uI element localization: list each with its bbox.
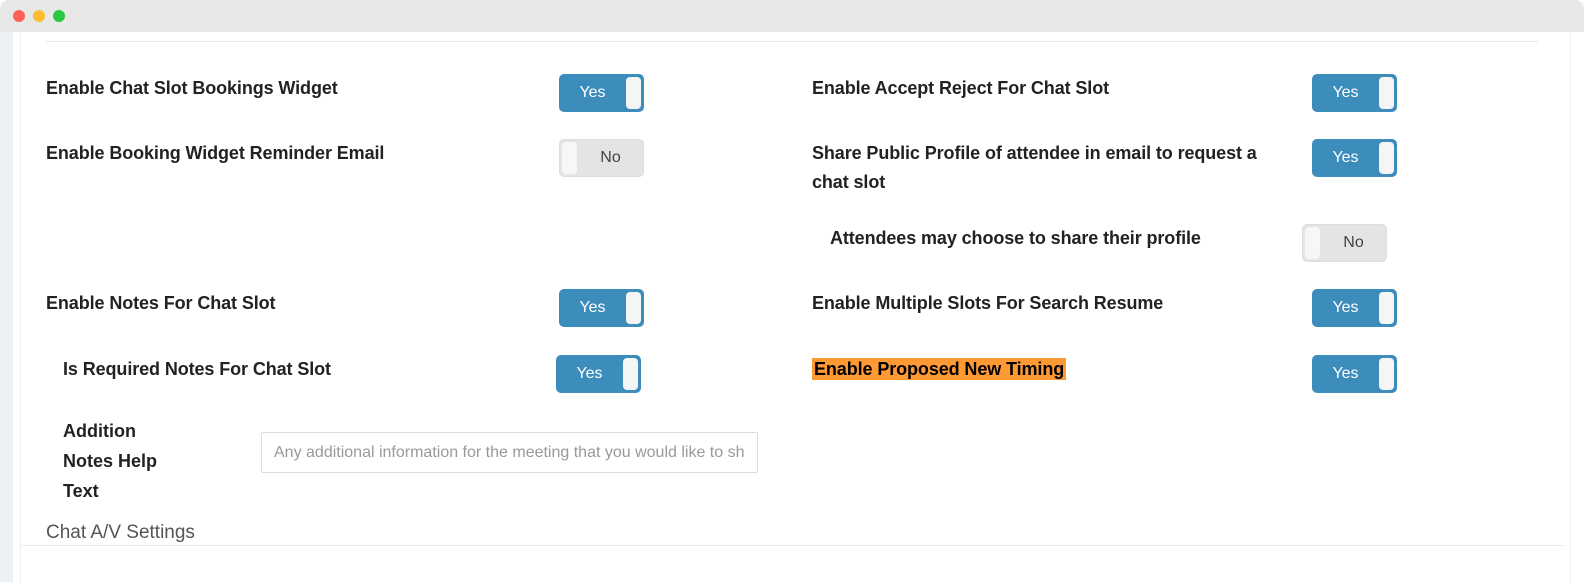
addition-notes-help-text-label-line3: Text <box>63 481 99 501</box>
setting-label: Enable Proposed New Timing <box>812 358 1067 380</box>
setting-label: Enable Booking Widget Reminder Email <box>46 143 385 163</box>
toggle-label: Yes <box>1332 149 1359 166</box>
addition-notes-help-text-label-line2: Notes Help <box>63 451 158 471</box>
toggle-knob <box>1305 227 1320 259</box>
toggle-knob <box>623 358 638 390</box>
toggle-label: No <box>1343 234 1364 251</box>
setting-label: Attendees may choose to share their prof… <box>830 228 1201 248</box>
toggle-enable-proposed-new-timing[interactable]: Yes <box>1312 355 1397 393</box>
settings-page: Enable Chat Slot Bookings Widget Yes Ena… <box>0 32 1584 582</box>
toggle-label: Yes <box>576 365 603 382</box>
toggle-label: Yes <box>1332 84 1359 101</box>
toggle-knob <box>1379 358 1394 390</box>
close-button[interactable] <box>13 10 25 22</box>
toggle-is-required-notes-for-chat-slot[interactable]: Yes <box>556 355 641 393</box>
toggle-enable-accept-reject-for-chat-slot[interactable]: Yes <box>1312 74 1397 112</box>
toggle-attendees-may-choose-to-share-profile[interactable]: No <box>1302 224 1387 262</box>
setting-row-enable-booking-widget-reminder-email: Enable Booking Widget Reminder Email No <box>46 139 706 177</box>
zoom-button[interactable] <box>53 10 65 22</box>
setting-label-wrap: Enable Proposed New Timing <box>812 355 1282 384</box>
setting-label: Enable Accept Reject For Chat Slot <box>812 78 1109 98</box>
toggle-enable-booking-widget-reminder-email[interactable]: No <box>559 139 644 177</box>
setting-row-enable-notes-for-chat-slot: Enable Notes For Chat Slot Yes <box>46 289 706 327</box>
toggle-knob <box>626 77 641 109</box>
setting-label: Share Public Profile of attendee in emai… <box>812 143 1257 192</box>
toggle-label: Yes <box>1332 365 1359 382</box>
toggle-label: Yes <box>1332 299 1359 316</box>
toggle-knob <box>626 292 641 324</box>
window-controls <box>13 10 65 22</box>
addition-notes-help-text-label-line1: Addition <box>63 421 136 441</box>
addition-notes-help-text-label: Addition Notes Help Text <box>63 416 213 506</box>
toggle-knob <box>1379 292 1394 324</box>
setting-label: Enable Multiple Slots For Search Resume <box>812 293 1164 313</box>
minimize-button[interactable] <box>33 10 45 22</box>
setting-label: Is Required Notes For Chat Slot <box>63 359 331 379</box>
setting-label: Enable Notes For Chat Slot <box>46 293 276 313</box>
toggle-knob <box>562 142 577 174</box>
setting-label: Enable Chat Slot Bookings Widget <box>46 78 338 98</box>
setting-row-share-public-profile: Share Public Profile of attendee in emai… <box>812 139 1552 197</box>
setting-row-enable-chat-slot-bookings-widget: Enable Chat Slot Bookings Widget Yes <box>46 74 706 112</box>
section-title-chat-av-settings: Chat A/V Settings <box>46 522 195 543</box>
toggle-knob <box>1379 142 1394 174</box>
setting-row-is-required-notes-for-chat-slot: Is Required Notes For Chat Slot Yes <box>63 355 723 393</box>
setting-row-enable-proposed-new-timing: Enable Proposed New Timing Yes <box>812 355 1552 393</box>
setting-row-enable-accept-reject-for-chat-slot: Enable Accept Reject For Chat Slot Yes <box>812 74 1552 112</box>
toggle-label: Yes <box>579 299 606 316</box>
addition-notes-help-text-input[interactable] <box>261 432 758 473</box>
setting-row-addition-notes-help-text: Addition Notes Help Text <box>63 416 783 506</box>
toggle-enable-multiple-slots-for-search-resume[interactable]: Yes <box>1312 289 1397 327</box>
toggle-enable-chat-slot-bookings-widget[interactable]: Yes <box>559 74 644 112</box>
settings-content: Enable Chat Slot Bookings Widget Yes Ena… <box>0 32 1584 582</box>
app-window: Enable Chat Slot Bookings Widget Yes Ena… <box>0 0 1584 582</box>
toggle-knob <box>1379 77 1394 109</box>
toggle-enable-notes-for-chat-slot[interactable]: Yes <box>559 289 644 327</box>
setting-row-attendees-may-choose-to-share-profile: Attendees may choose to share their prof… <box>830 224 1570 262</box>
toggle-label: No <box>600 149 621 166</box>
window-titlebar <box>0 0 1584 32</box>
toggle-label: Yes <box>579 84 606 101</box>
toggle-share-public-profile[interactable]: Yes <box>1312 139 1397 177</box>
setting-row-enable-multiple-slots-for-search-resume: Enable Multiple Slots For Search Resume … <box>812 289 1552 327</box>
